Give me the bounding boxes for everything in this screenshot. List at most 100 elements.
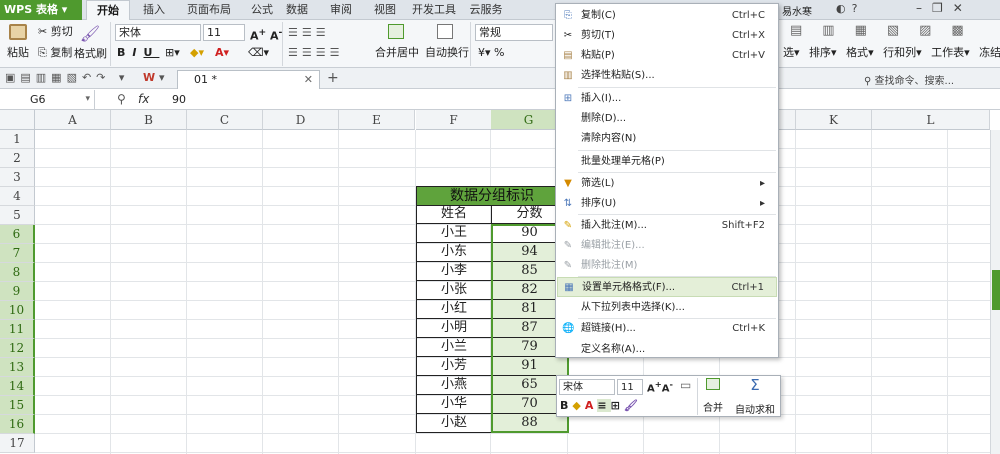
select-all-corner[interactable]	[0, 110, 35, 130]
column-header-k[interactable]: K	[796, 110, 872, 130]
menu-hyperlink[interactable]: 🌐 超链接(H)... Ctrl+K	[557, 319, 777, 339]
cell-name[interactable]: 小李	[416, 262, 492, 281]
format-painter-button[interactable]: 🖌 格式刷	[74, 24, 107, 61]
row-header-16[interactable]: 16	[0, 415, 35, 434]
mini-size-select[interactable]: 11	[617, 379, 643, 395]
tab-review[interactable]: 审阅	[326, 0, 356, 20]
currency-icon[interactable]: ¥▾ %	[478, 44, 504, 62]
formula-input[interactable]: 90	[172, 93, 186, 106]
menu-paste[interactable]: ▤ 粘贴(P) Ctrl+V	[557, 46, 777, 66]
row-header-11[interactable]: 11	[0, 320, 35, 339]
row-header-13[interactable]: 13	[0, 358, 35, 377]
mini-comment-icon[interactable]: ▭	[680, 378, 691, 392]
tab-cloud[interactable]: 云服务	[466, 0, 506, 20]
font-color-icon[interactable]: A▾	[215, 44, 229, 62]
copy-button[interactable]: ⎘ 复制	[38, 44, 72, 62]
header-name[interactable]: 姓名	[416, 205, 492, 224]
row-header-17[interactable]: 17	[0, 434, 35, 453]
merge-center-button[interactable]: 合并居中	[375, 24, 419, 60]
font-size-select[interactable]: 11	[203, 24, 245, 41]
worksheet-label[interactable]: 工作表	[931, 46, 964, 59]
format-label[interactable]: 格式	[846, 46, 868, 59]
tab-home[interactable]: 开始	[86, 0, 130, 20]
zoom-icon[interactable]: ⚲	[117, 92, 126, 106]
underline-icon[interactable]: U	[143, 46, 159, 59]
cell-name[interactable]: 小兰	[416, 338, 492, 357]
tab-data[interactable]: 数据	[282, 0, 312, 20]
row-header-10[interactable]: 10	[0, 301, 35, 320]
mini-font-select[interactable]: 宋体	[559, 379, 615, 395]
menu-delete-comment[interactable]: ✎ 删除批注(M)	[557, 256, 777, 276]
cut-button[interactable]: ✂ 剪切	[38, 23, 73, 41]
row-header-4[interactable]: 4	[0, 187, 35, 206]
tab-view[interactable]: 视图	[369, 0, 401, 20]
paste-button[interactable]: 粘贴	[3, 24, 33, 60]
vertical-align-icons[interactable]: ☰☰☰	[288, 24, 330, 42]
account-name[interactable]: 易水寒	[782, 3, 812, 18]
cell-name[interactable]: 小芳	[416, 357, 492, 376]
fx-icon[interactable]: fx	[138, 92, 149, 106]
menu-format-cells[interactable]: ▦ 设置单元格格式(F)... Ctrl+1	[557, 277, 777, 297]
vertical-scrollbar[interactable]	[990, 130, 1000, 454]
cell-name[interactable]: 小燕	[416, 376, 492, 395]
mini-fill-icon[interactable]: ◆	[572, 399, 584, 412]
scroll-thumb[interactable]	[992, 270, 1000, 310]
skin-icon[interactable]: ◐	[836, 2, 852, 15]
restore-icon[interactable]: ❐	[932, 1, 953, 15]
document-tab[interactable]: 01 * ✕	[177, 70, 320, 89]
column-header-c[interactable]: C	[187, 110, 263, 130]
mini-grow-font-icon[interactable]: A+A-	[647, 379, 673, 394]
tab-page-layout[interactable]: 页面布局	[178, 0, 240, 20]
search-box[interactable]: ⚲ 查找命令、搜索...	[864, 72, 954, 87]
row-header-6[interactable]: 6	[0, 225, 35, 244]
close-icon[interactable]: ✕	[953, 1, 973, 15]
quick-access-icons[interactable]: ▣▤▥▦▧↶↷ ▾	[5, 71, 129, 84]
menu-clear[interactable]: 清除内容(N)	[557, 129, 777, 149]
tab-insert[interactable]: 插入	[136, 0, 172, 20]
table-title[interactable]: 数据分组标识	[416, 186, 568, 206]
rows-columns-label[interactable]: 行和列	[883, 46, 916, 59]
help-icon[interactable]: ?	[852, 2, 864, 15]
cell-name[interactable]: 小华	[416, 395, 492, 414]
menu-edit-comment[interactable]: ✎ 编辑批注(E)...	[557, 236, 777, 256]
italic-icon[interactable]: I	[132, 46, 143, 59]
menu-delete[interactable]: 删除(D)...	[557, 109, 777, 129]
menu-sort[interactable]: ⇅ 排序(U) ▸	[557, 194, 777, 214]
menu-batch[interactable]: 批量处理单元格(P)	[557, 152, 777, 172]
column-header-b[interactable]: B	[111, 110, 187, 130]
mini-autosum-button[interactable]: Σ 自动求和	[732, 378, 778, 417]
cell-name[interactable]: 小张	[416, 281, 492, 300]
menu-copy[interactable]: ⎘ 复制(C) Ctrl+C	[557, 6, 777, 26]
menu-insert-comment[interactable]: ✎ 插入批注(M)... Shift+F2	[557, 216, 777, 236]
mini-brush-icon[interactable]: 🖌	[624, 399, 642, 412]
cell-name[interactable]: 小王	[416, 224, 492, 243]
column-header-e[interactable]: E	[339, 110, 415, 130]
cell-name[interactable]: 小红	[416, 300, 492, 319]
app-menu-button[interactable]: WPS 表格 ▾	[0, 0, 82, 20]
menu-insert[interactable]: ⊞ 插入(I)...	[557, 89, 777, 109]
menu-define-name[interactable]: 定义名称(A)...	[557, 340, 777, 360]
column-header-f[interactable]: F	[416, 110, 492, 130]
sort-label[interactable]: 排序	[809, 46, 831, 59]
cell-name[interactable]: 小明	[416, 319, 492, 338]
row-header-14[interactable]: 14	[0, 377, 35, 396]
row-header-1[interactable]: 1	[0, 130, 35, 149]
clear-format-icon[interactable]: ⌫▾	[248, 44, 269, 62]
border-icon[interactable]: ⊞▾	[165, 44, 180, 62]
number-format-select[interactable]: 常规	[475, 24, 553, 41]
minimize-icon[interactable]: –	[916, 1, 932, 15]
bold-icon[interactable]: B	[117, 46, 132, 59]
menu-paste-special[interactable]: ▥ 选择性粘贴(S)...	[557, 66, 777, 86]
menu-filter[interactable]: ▼ 筛选(L) ▸	[557, 174, 777, 194]
row-header-5[interactable]: 5	[0, 206, 35, 225]
row-header-12[interactable]: 12	[0, 339, 35, 358]
new-tab-icon[interactable]: +	[327, 70, 339, 86]
row-header-15[interactable]: 15	[0, 396, 35, 415]
column-header-a[interactable]: A	[35, 110, 111, 130]
freeze-panes-label[interactable]: 冻结窗格	[979, 46, 1000, 59]
filter-label[interactable]: 选	[783, 46, 794, 59]
horizontal-align-icons[interactable]: ☰☰☰☰	[288, 44, 343, 62]
font-name-select[interactable]: 宋体	[115, 24, 201, 41]
grow-font-icon[interactable]: A+ A-	[250, 24, 282, 43]
menu-pick-list[interactable]: 从下拉列表中选择(K)...	[557, 298, 777, 318]
